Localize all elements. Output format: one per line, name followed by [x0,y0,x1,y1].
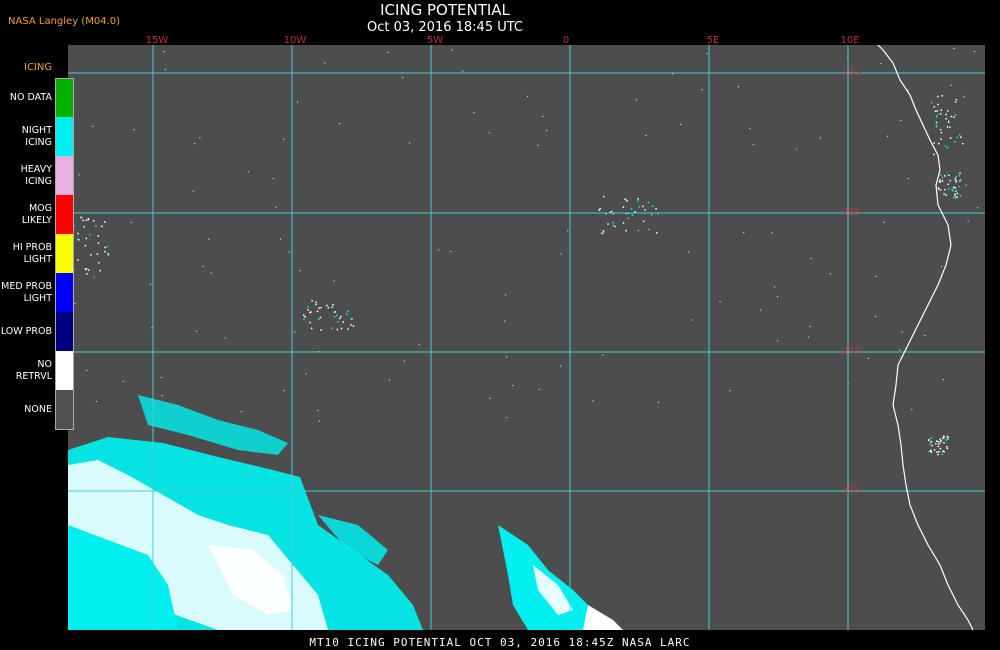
legend-swatch [56,390,74,429]
map-timestamp: Oct 03, 2016 18:45 UTC [367,20,523,35]
legend-item: MED PROB LIGHT [0,273,76,312]
legend-swatch [56,78,74,117]
map-panel[interactable] [68,45,985,630]
legend-item: NO RETRVL [0,351,76,390]
legend-title: ICING [24,62,53,73]
legend-item: NONE [0,390,76,429]
footer-caption: MT10 ICING POTENTIAL OCT 03, 2016 18:45Z… [309,636,691,649]
latitude-label: 25S [842,346,862,357]
legend-item: HEAVY ICING [0,156,76,195]
icing-potential-map-viewer: { "header": { "credit": "NASA Langley (M… [0,0,1000,650]
legend-label: LOW PROB [0,325,52,337]
legend-item: HI PROB LIGHT [0,234,76,273]
legend-label: NO RETRVL [15,358,52,382]
legend-swatch [56,117,74,156]
legend-item: MOG LIKELY [0,195,76,234]
legend-swatch [56,234,74,273]
latitude-label: 20S [842,207,862,218]
legend-label: MOG LIKELY [21,202,52,226]
legend-label: NO DATA [9,91,52,103]
legend-swatch [56,195,74,234]
map-title: ICING POTENTIAL [380,1,510,19]
legend-swatch [56,273,74,312]
legend-label: HEAVY ICING [20,163,52,187]
legend-item: NIGHT ICING [0,117,76,156]
legend-label: MED PROB LIGHT [1,280,52,304]
coastline [877,45,974,630]
icing-layer [68,395,623,630]
legend-swatch [56,156,74,195]
cloud-retrieval-layer [68,47,979,456]
legend-item: NO DATA [0,78,76,117]
map-canvas [68,45,985,630]
legend-label: NIGHT ICING [21,124,52,148]
legend-label: HI PROB LIGHT [12,241,52,265]
legend-item: LOW PROB [0,312,76,351]
latitude-label: 30S [842,485,862,496]
latitude-label: 15S [842,68,862,79]
legend-label: NONE [24,403,52,415]
legend-swatch [56,312,74,351]
legend-swatch [56,351,74,390]
